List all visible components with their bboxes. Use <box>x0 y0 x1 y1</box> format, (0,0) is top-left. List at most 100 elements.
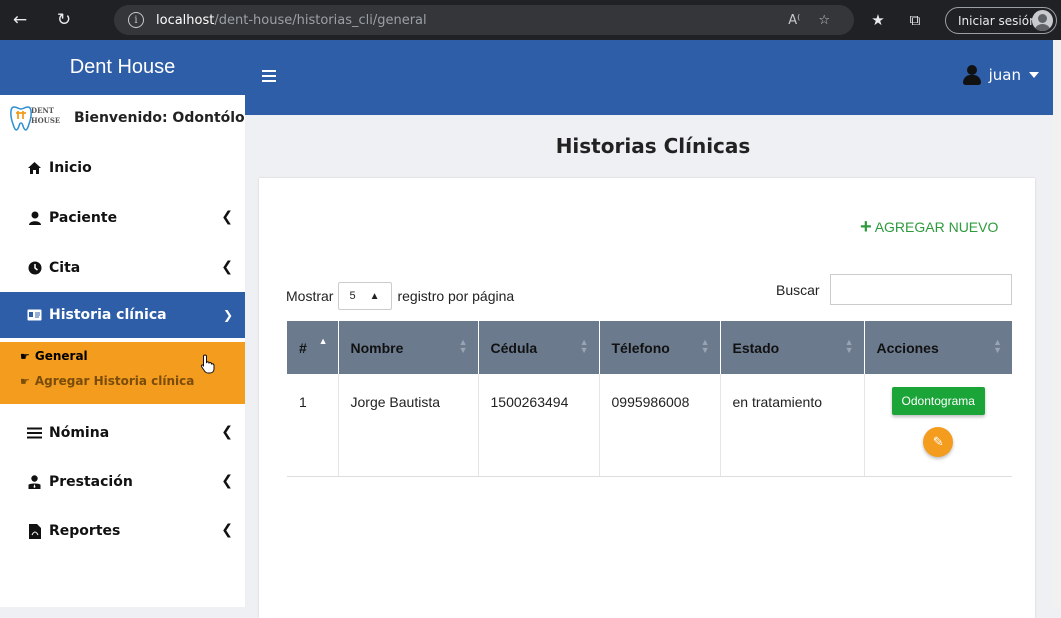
sidebar-item-label: Cita <box>49 260 81 276</box>
home-icon <box>27 161 42 176</box>
user-icon <box>962 65 981 85</box>
collections-icon[interactable]: ⧉ <box>899 4 931 36</box>
cell-acciones: Odontograma ✎ <box>864 374 1012 477</box>
sidebar-item-label: Prestación <box>49 474 133 490</box>
length-suffix: registro por página <box>397 288 515 304</box>
header-nombre[interactable]: Nombre ▲ ▼ <box>338 321 479 374</box>
svg-text:HOUSE: HOUSE <box>31 116 60 125</box>
favorites-icon[interactable]: ★ <box>862 4 894 36</box>
sort-asc-icon: ▲ <box>318 336 328 346</box>
sidebar-item-label: Nómina <box>49 425 110 441</box>
search-label: Buscar <box>776 282 820 298</box>
sidebar-item-paciente[interactable]: Paciente ❮ <box>0 195 245 241</box>
caret-down-icon <box>1029 72 1039 78</box>
chevron-left-icon: ❮ <box>221 473 233 489</box>
dent-house-logo: DENT HOUSE <box>8 98 63 138</box>
select-arrows-icon: ▲︎ <box>369 290 380 302</box>
sort-icon: ▲ ▼ <box>579 337 589 355</box>
sidebar-item-label: Historia clínica <box>49 307 167 323</box>
sidebar-item-historia-clinica[interactable]: Historia clínica ❯ <box>0 292 245 338</box>
sidebar-item-label: Inicio <box>49 160 92 176</box>
header-label: Nombre <box>350 339 404 356</box>
length-value: 5 <box>349 290 356 302</box>
signin-button[interactable]: Iniciar sesión <box>945 7 1057 34</box>
length-control: Mostrar 5 ▲︎ registro por página <box>286 282 514 310</box>
header-cedula[interactable]: Cédula ▲ ▼ <box>478 321 600 374</box>
sort-icon: ▲ ▼ <box>458 337 468 355</box>
file-pdf-icon <box>27 523 42 539</box>
cell-nombre: Jorge Bautista <box>338 374 479 477</box>
sidebar-item-label: Reportes <box>49 523 121 539</box>
page-title: Historias Clínicas <box>555 134 751 158</box>
cell-estado: en tratamiento <box>720 374 865 477</box>
brand-title[interactable]: Dent House <box>0 40 245 95</box>
plus-icon: + <box>860 216 872 238</box>
header-num[interactable]: # ▲ <box>287 321 339 374</box>
hand-point-right-icon: ☛ <box>20 349 30 363</box>
header-label: Cédula <box>490 339 538 356</box>
table-header-row: # ▲ Nombre ▲ ▼ Cédula ▲ ▼ Télefono ▲ ▼ Estado ▲ ▼… <box>287 321 1012 374</box>
header-label: Acciones <box>876 339 939 356</box>
historias-table: # ▲ Nombre ▲ ▼ Cédula ▲ ▼ Télefono ▲ ▼ Estado ▲ ▼… <box>287 321 1012 477</box>
reload-icon[interactable]: ↻ <box>48 4 80 36</box>
length-select[interactable]: 5 ▲︎ <box>338 282 393 310</box>
favorite-add-icon[interactable]: ☆ <box>818 13 830 28</box>
add-new-button[interactable]: + AGREGAR NUEVO <box>860 216 999 238</box>
cell-num: 1 <box>287 374 339 477</box>
chevron-left-icon: ❮ <box>221 424 233 440</box>
url-path: /dent-house/historias_cli/general <box>214 12 427 28</box>
scrollbar[interactable] <box>1053 40 1061 607</box>
header-telefono[interactable]: Télefono ▲ ▼ <box>599 321 721 374</box>
url-host: localhost <box>156 12 215 28</box>
submenu-item-label: Agregar Historia clínica <box>34 374 195 388</box>
hand-cursor-icon <box>200 354 216 374</box>
sort-icon: ▲ ▼ <box>993 337 1002 355</box>
sort-icon: ▲ ▼ <box>700 337 710 355</box>
sidebar-item-label: Paciente <box>49 210 118 226</box>
hamburger-icon[interactable] <box>262 70 276 82</box>
user-name: juan <box>988 66 1021 84</box>
odontograma-button[interactable]: Odontograma <box>891 387 985 415</box>
sidebar-item-nomina[interactable]: Nómina ❮ <box>0 410 245 456</box>
chevron-left-icon: ❮ <box>221 209 233 225</box>
address-bar[interactable]: i localhost/dent-house/historias_cli/gen… <box>114 5 854 35</box>
cell-cedula: 1500263494 <box>478 374 600 477</box>
sidebar: DENT HOUSE Bienvenido: Odontólogo Inicio… <box>0 95 245 607</box>
header-label: Télefono <box>611 339 670 356</box>
sort-icon: ▲ ▼ <box>844 337 854 355</box>
svg-text:DENT: DENT <box>31 106 55 115</box>
welcome-banner: DENT HOUSE Bienvenido: Odontólogo <box>0 95 245 140</box>
search-input[interactable] <box>830 274 1012 305</box>
back-arrow-icon[interactable]: ← <box>4 4 36 36</box>
header-estado[interactable]: Estado ▲ ▼ <box>720 321 865 374</box>
sidebar-item-inicio[interactable]: Inicio <box>0 145 245 191</box>
submenu-item-label: General <box>34 349 88 363</box>
sidebar-item-reportes[interactable]: Reportes ❮ <box>0 508 245 554</box>
length-prefix: Mostrar <box>286 288 334 304</box>
add-new-label: AGREGAR NUEVO <box>874 219 999 235</box>
profile-icon <box>1032 10 1053 31</box>
hand-point-right-icon: ☛ <box>20 374 30 388</box>
header-acciones[interactable]: Acciones ▲ ▼ <box>864 321 1012 374</box>
user-menu[interactable]: juan <box>962 65 1039 85</box>
header-label: Estado <box>732 339 780 356</box>
welcome-text: Bienvenido: Odontólogo <box>74 109 245 126</box>
id-card-icon <box>27 308 42 323</box>
edit-icon[interactable]: ✎ <box>923 427 954 457</box>
user-icon <box>27 211 42 226</box>
chevron-left-icon: ❮ <box>221 259 233 275</box>
user-tie-icon <box>27 475 42 490</box>
info-icon[interactable]: i <box>128 12 144 28</box>
cell-telefono: 0995986008 <box>599 374 721 477</box>
clock-icon <box>27 261 42 276</box>
chevron-left-icon: ❮ <box>221 522 233 538</box>
signin-label: Iniciar sesión <box>958 13 1037 28</box>
sidebar-item-prestacion[interactable]: Prestación ❮ <box>0 459 245 505</box>
sidebar-item-cita[interactable]: Cita ❮ <box>0 245 245 291</box>
list-icon <box>27 426 42 441</box>
table-row: 1 Jorge Bautista 1500263494 0995986008 e… <box>287 374 1012 477</box>
chevron-down-icon: ❯ <box>222 308 233 322</box>
read-aloud-icon[interactable]: A⁽ <box>788 13 800 28</box>
header-label: # <box>299 339 307 356</box>
browser-toolbar: ← ↻ i localhost/dent-house/historias_cli… <box>0 0 1061 40</box>
